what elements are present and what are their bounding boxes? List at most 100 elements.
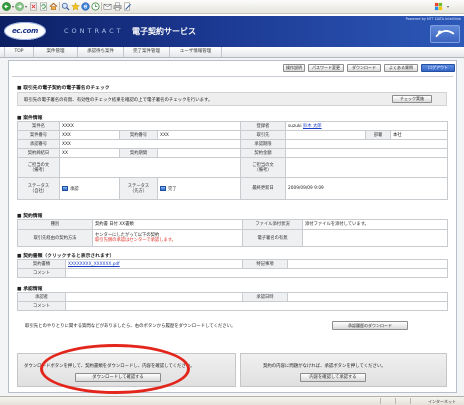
internet-zone-icon: [420, 398, 426, 404]
status-partner-value: 完了: [157, 177, 241, 200]
contract-amount-value: [284, 148, 449, 158]
run-check-button[interactable]: チェック実施: [392, 95, 432, 103]
case-name-value: XXXX: [59, 121, 241, 131]
case-info-heading: ■ 案件情報: [17, 116, 43, 121]
contract-number-label: 契約番号: [119, 130, 158, 140]
approve-button[interactable]: 内容を確認して承認する: [300, 373, 366, 382]
media-icon[interactable]: [81, 2, 90, 11]
document-file-value: XXXXXXXX_XXXXXX.pdf: [65, 259, 243, 269]
tab-pending-approval[interactable]: 承認待ち案件: [78, 47, 124, 57]
print-icon[interactable]: [113, 2, 122, 11]
documents-table: 契約書類 XXXXXXXX_XXXXXX.pdf 特記事項 コメント: [17, 259, 448, 278]
browser-toolbar: [0, 0, 464, 14]
document-comment-value: [65, 268, 448, 278]
status-self-text: 承認: [70, 186, 79, 192]
approval-comment-label: コメント: [17, 301, 66, 311]
document-file-link[interactable]: XXXXXXXX_XXXXXX.pdf: [68, 262, 120, 267]
approval-info-table: 承認者 承認日時 コメント: [17, 292, 448, 311]
document-file-label: 契約書類: [17, 259, 66, 269]
table-row: ステータス （自社） 承認 ステータス （先方） 完了 最終更新日 2009/09/…: [17, 177, 449, 200]
note-self-label: ご担当の文 （備考）: [17, 157, 60, 178]
edit-icon[interactable]: [123, 2, 132, 11]
remarks-label: 特記事項: [242, 259, 288, 269]
contract-period-value: [157, 148, 241, 158]
tab-completed-cases[interactable]: 完了案件管理: [124, 47, 170, 57]
contract-date-value: XX: [59, 148, 120, 158]
contract-date-label: 契約締結日: [17, 148, 60, 158]
logout-button[interactable]: ログアウト: [421, 64, 455, 72]
history-icon[interactable]: [91, 2, 100, 11]
search-icon[interactable]: [61, 2, 70, 11]
document-comment-label: コメント: [17, 268, 66, 278]
back-icon[interactable]: [2, 2, 11, 11]
status-partner-label: ステータス （先方）: [119, 177, 158, 200]
approved-at-value: [287, 292, 448, 302]
manual-button[interactable]: 操作説明: [283, 64, 305, 72]
signature-check-heading: ■ 取引先の電子契約の電子署名のチェック: [17, 86, 110, 91]
powered-by-text: Powered by NTT DATA Intellilink: [405, 17, 461, 21]
favorites-icon[interactable]: [71, 2, 80, 11]
tab-top[interactable]: TOP: [4, 47, 34, 57]
contract-number-value: XXX: [157, 130, 241, 140]
browser-status-bar: インターネット: [0, 396, 464, 405]
tab-case-management[interactable]: 案件管理: [34, 47, 78, 57]
forward-dropdown-icon[interactable]: [24, 6, 27, 8]
contract-info-heading: ■ 契約情報: [17, 214, 43, 219]
refresh-icon[interactable]: [39, 2, 48, 11]
status-separator: [395, 398, 396, 404]
approver-label: 承認者: [17, 292, 66, 302]
case-number-label: 案件番号: [17, 130, 60, 140]
note-partner-label: ご担当の文 （備考）: [240, 157, 286, 178]
status-approved-icon: [62, 185, 68, 191]
contract-method-label: 取引先経由の契約方法: [17, 229, 93, 247]
case-number-value: XXX: [59, 130, 120, 140]
registrant-name-link[interactable]: 鈴木 太郎: [303, 124, 322, 129]
back-dropdown-icon[interactable]: [11, 6, 14, 8]
internet-zone-text: インターネット: [428, 398, 456, 404]
label-line: （先方）: [129, 188, 148, 194]
download-button[interactable]: ダウンロード: [347, 64, 381, 72]
note-partner-value: [284, 157, 449, 178]
download-action-text: ダウンロードボタンを押して、契約書類をダウンロードし、内容を確認してください。: [24, 364, 195, 369]
status-self-value: 承認: [59, 177, 120, 200]
table-row: ご担当の文 （備考） ご担当の文 （備考）: [17, 157, 449, 178]
table-row: 案件番号 XXX 契約番号 XXX 取引先 部署 本社: [17, 130, 449, 140]
status-partner-text: 完了: [168, 186, 177, 192]
label-line: （備考）: [254, 167, 272, 173]
note-self-value: [59, 157, 241, 178]
signature-check-description: 取引先の電子署名の有無、有効性のチェック結果を確認の上で電子署名のチェックを行い…: [24, 98, 213, 103]
product-prefix: CONTRACT: [64, 27, 124, 35]
approval-deadline-label: 承認期限: [240, 139, 286, 149]
approval-deadline-value: [284, 139, 449, 149]
registrant-label: 登録者: [240, 121, 286, 131]
change-password-button[interactable]: パスワード変更: [308, 64, 344, 72]
tab-user-info[interactable]: ユーザ情報管理: [170, 47, 222, 57]
download-and-check-button[interactable]: ダウンロードして確認する: [75, 373, 161, 382]
contract-type-label: 種別: [17, 219, 93, 230]
approval-number-value: XXX: [59, 139, 241, 149]
main-nav: TOP 案件管理 承認待ち案件 完了案件管理 ユーザ情報管理: [0, 47, 464, 58]
divider: [12, 76, 453, 77]
toolbar-separator: [59, 2, 60, 11]
contract-type-value: 契約書 日付 XX書類: [92, 219, 243, 230]
mail-icon[interactable]: [103, 2, 112, 11]
forward-icon[interactable]: [15, 2, 24, 11]
ec-com-logo[interactable]: ec.com: [4, 22, 46, 40]
table-row: 承認番号 XXX 承認期限: [17, 139, 449, 149]
stop-icon[interactable]: [29, 2, 38, 11]
partner-logo-icon: [430, 25, 460, 43]
faq-button[interactable]: よくある質問: [384, 64, 418, 72]
approval-info-heading: ■ 承認情報: [17, 287, 43, 292]
signature-presence-value: [302, 229, 448, 247]
department-label: 部署: [365, 130, 391, 140]
home-icon[interactable]: [49, 2, 58, 11]
status-self-label: ステータス （自社）: [17, 177, 60, 200]
department-value: 本社: [389, 130, 449, 140]
chevron-down-icon[interactable]: [447, 6, 449, 8]
history-download-button[interactable]: 承認履歴のダウンロード: [332, 321, 408, 330]
partner-label: 取引先: [240, 130, 286, 140]
status-separator: [380, 398, 381, 404]
contract-method-value: センターにしたがって以下の契約 取引先側の承認はセンターで承認します。: [92, 229, 243, 247]
remarks-value: [287, 259, 448, 269]
signature-check-box: 取引先の電子署名の有無、有効性のチェック結果を確認の上で電子署名のチェックを行い…: [17, 92, 447, 106]
